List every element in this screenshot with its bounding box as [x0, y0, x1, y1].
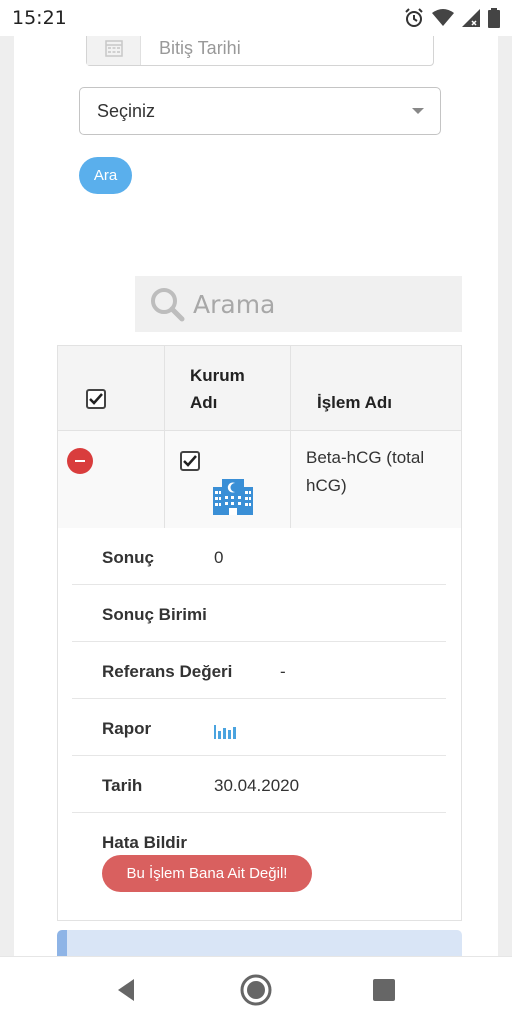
battery-icon	[488, 8, 500, 28]
header-operation: İşlem Adı	[291, 346, 461, 431]
row-checkbox[interactable]	[180, 451, 200, 471]
search-placeholder: Arama	[193, 289, 276, 319]
select-all-checkbox[interactable]	[86, 389, 106, 409]
bar-chart-icon[interactable]	[214, 721, 236, 739]
detail-result: Sonuç 0	[72, 528, 446, 585]
calendar-icon[interactable]	[87, 36, 141, 65]
header-select-cell	[58, 346, 165, 431]
detail-value: 30.04.2020	[214, 776, 300, 795]
detail-value: 0	[214, 548, 224, 567]
detail-label: Tarih	[102, 776, 143, 795]
header-operation-label: İşlem Adı	[317, 393, 392, 412]
row-action-cell	[58, 431, 165, 528]
search-icon	[151, 288, 185, 322]
signal-icon	[462, 9, 480, 27]
detail-reference: Referans Değeri -	[72, 642, 446, 699]
header-institution: Kurum Adı	[165, 346, 291, 431]
row-institution-cell	[165, 431, 291, 528]
search-input[interactable]: Arama	[135, 276, 462, 332]
detail-report-error: Hata Bildir Bu İşlem Bana Ait Değil!	[72, 813, 446, 913]
caret-down-icon	[412, 108, 424, 114]
detail-label: Hata Bildir	[102, 833, 188, 852]
info-panel	[57, 930, 462, 956]
select-value: Seçiniz	[97, 100, 156, 121]
not-mine-button[interactable]: Bu İşlem Bana Ait Değil!	[102, 855, 312, 892]
status-time: 15:21	[12, 7, 67, 29]
detail-label: Referans Değeri	[102, 662, 233, 681]
detail-result-unit: Sonuç Birimi	[72, 585, 446, 642]
detail-date: Tarih 30.04.2020	[72, 756, 446, 813]
header-institution-label: Kurum Adı	[190, 366, 245, 412]
home-icon[interactable]	[239, 973, 273, 1007]
page-content: Seçiniz Ara Arama Kurum Adı İşlem Adı	[14, 36, 498, 956]
table-header: Kurum Adı İşlem Adı	[58, 346, 461, 431]
wifi-icon	[432, 9, 454, 26]
status-icons	[404, 8, 500, 28]
status-bar: 15:21	[0, 0, 512, 36]
table-row[interactable]: Beta-hCG (total hCG)	[58, 431, 461, 528]
row-operation-cell: Beta-hCG (total hCG)	[291, 431, 461, 528]
end-date-input[interactable]	[141, 37, 421, 59]
back-icon[interactable]	[112, 975, 142, 1005]
detail-label: Sonuç Birimi	[102, 605, 207, 624]
alarm-icon	[405, 8, 423, 27]
operation-name: Beta-hCG (total hCG)	[306, 448, 425, 495]
detail-report: Rapor	[72, 699, 446, 756]
detail-label: Sonuç	[102, 548, 154, 567]
search-button[interactable]: Ara	[79, 157, 132, 194]
navigation-bar	[0, 956, 512, 1024]
status-select[interactable]: Seçiniz	[79, 87, 441, 135]
end-date-field[interactable]	[86, 36, 434, 66]
detail-value: -	[280, 662, 286, 681]
results-table: Kurum Adı İşlem Adı Beta-hCG (total hCG)…	[57, 345, 462, 921]
collapse-row-button[interactable]	[67, 448, 93, 474]
recent-apps-icon[interactable]	[372, 978, 396, 1002]
hospital-building-icon	[213, 479, 253, 515]
detail-label: Rapor	[102, 719, 152, 738]
